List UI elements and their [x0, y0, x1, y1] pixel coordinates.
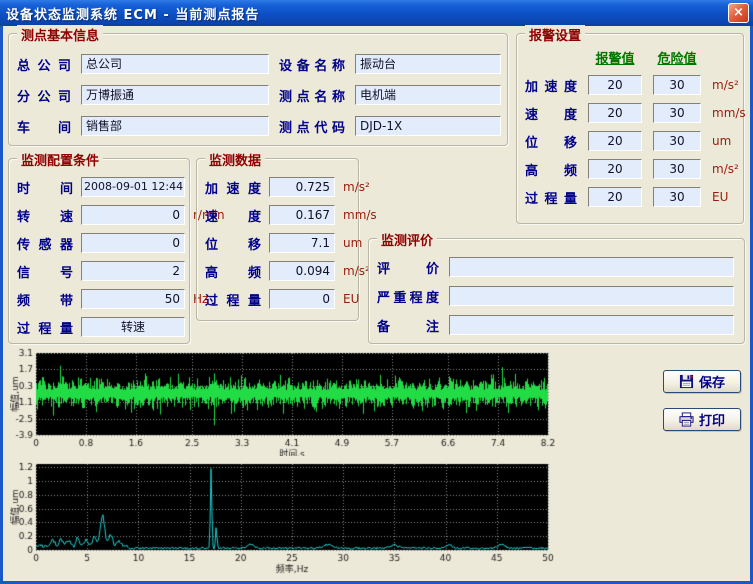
- speed-label: 转 速: [17, 206, 73, 225]
- remark-label: 备 注: [377, 316, 439, 335]
- group-alarm-settings: 报警设置 报警值 危险值 加速度 20 30 m/s² 速 度 20 30 mm…: [516, 33, 744, 224]
- band-label: 频 带: [17, 290, 73, 309]
- displacement-data-field[interactable]: 7.1: [269, 233, 335, 253]
- accel-alarm-field[interactable]: 20: [588, 75, 642, 95]
- save-floppy-icon: [679, 374, 694, 389]
- danger-value-header: 危险值: [653, 48, 701, 67]
- save-button[interactable]: 保存: [663, 370, 741, 393]
- accel-alarm-label: 加速度: [525, 76, 577, 95]
- alarm-grid: 报警值 危险值 加速度 20 30 m/s² 速 度 20 30 mm/s 位 …: [525, 48, 746, 207]
- group-monitor-data: 监测数据 加速度 0.725 m/s² 速 度 0.167 mm/s 位 移 7…: [196, 158, 359, 321]
- data-grid: 加速度 0.725 m/s² 速 度 0.167 mm/s 位 移 7.1 um…: [205, 177, 377, 309]
- displacement-alarm-label: 位 移: [525, 132, 577, 151]
- accel-danger-field[interactable]: 30: [653, 75, 701, 95]
- group-point-basic-info: 测点基本信息 总公司 总公司 设备名称 振动台 分公司 万博振通 测点名称 电机…: [8, 33, 508, 146]
- group-monitor-evaluation: 监测评价 评 价 严重程度 备 注: [368, 238, 745, 344]
- displacement-alarm-unit: um: [712, 134, 746, 148]
- point-code-label: 测点代码: [279, 117, 345, 136]
- print-button-label: 打印: [699, 410, 725, 429]
- velocity-data-label: 速 度: [205, 206, 261, 225]
- signal-label: 信 号: [17, 262, 73, 281]
- eval-grid: 评 价 严重程度 备 注: [377, 257, 734, 335]
- velocity-data-unit: mm/s: [343, 208, 377, 222]
- velocity-data-field[interactable]: 0.167: [269, 205, 335, 225]
- accel-alarm-unit: m/s²: [712, 78, 746, 92]
- group-title-monitor-config: 监测配置条件: [17, 150, 103, 169]
- app-window: 设备状态监测系统 ECM - 当前测点报告 × 测点基本信息 总公司 总公司 设…: [0, 0, 753, 584]
- accel-data-unit: m/s²: [343, 180, 377, 194]
- band-field[interactable]: 50: [81, 289, 185, 309]
- process-data-label: 过程量: [205, 290, 261, 309]
- point-name-field[interactable]: 电机端: [355, 85, 501, 105]
- highfreq-alarm-field[interactable]: 20: [588, 159, 642, 179]
- workshop-field[interactable]: 销售部: [81, 116, 269, 136]
- displacement-data-label: 位 移: [205, 234, 261, 253]
- close-icon: ×: [733, 5, 744, 20]
- accel-data-label: 加速度: [205, 178, 261, 197]
- severity-field[interactable]: [449, 286, 734, 306]
- speed-field[interactable]: 0: [81, 205, 185, 225]
- group-title-basic-info: 测点基本信息: [17, 25, 103, 44]
- displacement-alarm-field[interactable]: 20: [588, 131, 642, 151]
- process-alarm-label: 过程量: [525, 188, 577, 207]
- sensor-label: 传感器: [17, 234, 73, 253]
- process-alarm-field[interactable]: 20: [588, 187, 642, 207]
- print-printer-icon: [679, 412, 694, 427]
- process-data-field[interactable]: 0: [269, 289, 335, 309]
- headquarters-label: 总公司: [17, 55, 71, 74]
- basic-info-grid: 总公司 总公司 设备名称 振动台 分公司 万博振通 测点名称 电机端 车 间 销…: [17, 54, 501, 136]
- sensor-field[interactable]: 0: [81, 233, 185, 253]
- branch-label: 分公司: [17, 86, 71, 105]
- highfreq-data-label: 高 频: [205, 262, 261, 281]
- evaluation-label: 评 价: [377, 258, 439, 277]
- headquarters-field[interactable]: 总公司: [81, 54, 269, 74]
- remark-field[interactable]: [449, 315, 734, 335]
- window-title: 设备状态监测系统 ECM - 当前测点报告: [6, 4, 259, 23]
- time-label: 时 间: [17, 178, 73, 197]
- time-field[interactable]: 2008-09-01 12:44:11: [81, 177, 185, 197]
- group-title-monitor-data: 监测数据: [205, 150, 265, 169]
- velocity-alarm-label: 速 度: [525, 104, 577, 123]
- velocity-alarm-field[interactable]: 20: [588, 103, 642, 123]
- point-name-label: 测点名称: [279, 86, 345, 105]
- point-code-field[interactable]: DJD-1X: [355, 116, 501, 136]
- waveform-chart: [10, 348, 555, 456]
- spectrum-chart: [10, 456, 555, 576]
- velocity-danger-field[interactable]: 30: [653, 103, 701, 123]
- titlebar: 设备状态监测系统 ECM - 当前测点报告 ×: [0, 0, 753, 26]
- severity-label: 严重程度: [377, 287, 439, 306]
- signal-field[interactable]: 2: [81, 261, 185, 281]
- print-button[interactable]: 打印: [663, 408, 741, 431]
- process-danger-field[interactable]: 30: [653, 187, 701, 207]
- group-title-alarm-settings: 报警设置: [525, 25, 585, 44]
- displacement-danger-field[interactable]: 30: [653, 131, 701, 151]
- group-monitor-config: 监测配置条件 时 间 2008-09-01 12:44:11 转 速 0 r/m…: [8, 158, 190, 344]
- branch-field[interactable]: 万博振通: [81, 85, 269, 105]
- highfreq-alarm-unit: m/s²: [712, 162, 746, 176]
- alarm-value-header: 报警值: [588, 48, 642, 67]
- highfreq-data-field[interactable]: 0.094: [269, 261, 335, 281]
- velocity-alarm-unit: mm/s: [712, 106, 746, 120]
- highfreq-alarm-label: 高 频: [525, 160, 577, 179]
- device-name-label: 设备名称: [279, 55, 345, 74]
- highfreq-danger-field[interactable]: 30: [653, 159, 701, 179]
- device-name-field[interactable]: 振动台: [355, 54, 501, 74]
- workshop-label: 车 间: [17, 117, 71, 136]
- close-button[interactable]: ×: [728, 3, 749, 23]
- evaluation-field[interactable]: [449, 257, 734, 277]
- process-qty-field[interactable]: 转速: [81, 317, 185, 337]
- group-title-monitor-evaluation: 监测评价: [377, 230, 437, 249]
- config-grid: 时 间 2008-09-01 12:44:11 转 速 0 r/min 传感器 …: [17, 177, 225, 337]
- process-alarm-unit: EU: [712, 190, 746, 204]
- dialog-client-area: 测点基本信息 总公司 总公司 设备名称 振动台 分公司 万博振通 测点名称 电机…: [3, 26, 750, 581]
- accel-data-field[interactable]: 0.725: [269, 177, 335, 197]
- process-qty-label: 过程量: [17, 318, 73, 337]
- save-button-label: 保存: [699, 372, 725, 391]
